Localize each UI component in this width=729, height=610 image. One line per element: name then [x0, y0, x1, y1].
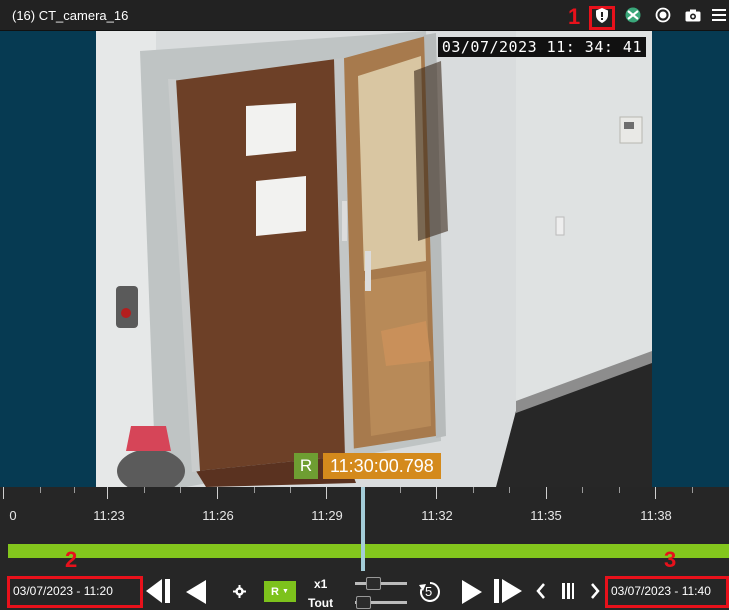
tick-minor — [180, 487, 181, 493]
tick-label: 11:35 — [530, 508, 562, 523]
tick-minor — [509, 487, 510, 493]
tick-major — [3, 487, 4, 499]
tick-major — [107, 487, 108, 499]
tick-label: 11:38 — [640, 508, 672, 523]
tick-label: 0 — [9, 508, 17, 523]
record-mode-dropdown[interactable]: R ▼ — [264, 581, 296, 602]
jump-start-button[interactable] — [146, 579, 172, 608]
video-viewport[interactable]: 03/07/2023 11: 34: 41 R 11:30:00.798 — [0, 31, 729, 487]
recorded-segment-bar[interactable] — [8, 544, 729, 558]
recording-badge: R — [294, 453, 318, 479]
annotation-marker-3: 3 — [664, 547, 677, 572]
shield-icon[interactable] — [593, 7, 611, 23]
osd-timestamp: 03/07/2023 11: 34: 41 — [437, 37, 646, 57]
tick-label: 11:23 — [93, 508, 125, 523]
tick-minor — [40, 487, 41, 493]
playhead-cursor[interactable] — [361, 487, 365, 571]
play-forward-button[interactable] — [462, 580, 482, 609]
gear-icon[interactable] — [233, 585, 246, 603]
event-marker-icon[interactable] — [562, 583, 574, 604]
tick-minor — [582, 487, 583, 493]
title-bar: (16) CT_camera_16 1 — [0, 0, 729, 31]
speed-slider-knob[interactable] — [366, 577, 381, 590]
previous-event-button[interactable] — [536, 583, 546, 604]
camera-feed-image — [96, 31, 652, 487]
start-date-field[interactable]: 03/07/2023 - 11:20 — [10, 580, 143, 602]
record-mode-label: R — [271, 585, 279, 598]
tick-minor — [619, 487, 620, 493]
tick-minor — [74, 487, 75, 493]
tick-major — [217, 487, 218, 499]
tick-label: 11:29 — [311, 508, 343, 523]
tick-minor — [254, 487, 255, 493]
tick-minor — [290, 487, 291, 493]
skip-back-button[interactable]: 5 — [417, 580, 443, 609]
next-event-button[interactable] — [590, 583, 600, 604]
tick-minor — [400, 487, 401, 493]
play-backward-button[interactable] — [186, 580, 206, 609]
speed-slider-track[interactable] — [355, 582, 407, 585]
tick-major — [546, 487, 547, 499]
annotation-marker-1: 1 — [568, 4, 581, 29]
menu-icon[interactable] — [710, 7, 728, 23]
end-date-field[interactable]: 03/07/2023 - 11:40 — [608, 580, 729, 602]
tick-major — [655, 487, 656, 499]
tick-minor — [692, 487, 693, 493]
scope-slider-knob[interactable] — [356, 596, 371, 609]
tick-major — [436, 487, 437, 499]
window-title: (16) CT_camera_16 — [12, 8, 129, 23]
scope-label: Tout — [308, 596, 334, 610]
tick-major — [326, 487, 327, 499]
playback-controls: 2 03/07/2023 - 11:20 R ▼ x1 Tout 5 3 03/… — [0, 547, 729, 610]
recording-time: 11:30:00.798 — [323, 453, 441, 479]
annotation-marker-2: 2 — [65, 547, 78, 572]
record-icon[interactable] — [654, 7, 672, 23]
jump-end-button[interactable] — [494, 579, 522, 608]
camera-icon[interactable] — [684, 7, 702, 23]
timeline-panel[interactable]: 0 11:23 11:26 11:29 11:32 11:35 11:38 2 … — [0, 487, 729, 610]
chevron-down-icon: ▼ — [282, 588, 289, 595]
tick-minor — [144, 487, 145, 493]
tick-minor — [473, 487, 474, 493]
privacy-mask-icon[interactable] — [624, 7, 642, 23]
speed-label: x1 — [314, 577, 328, 591]
tick-label: 11:32 — [421, 508, 453, 523]
camera-feed[interactable]: 03/07/2023 11: 34: 41 — [96, 31, 652, 487]
skip-seconds: 5 — [425, 584, 433, 599]
tick-label: 11:26 — [202, 508, 234, 523]
